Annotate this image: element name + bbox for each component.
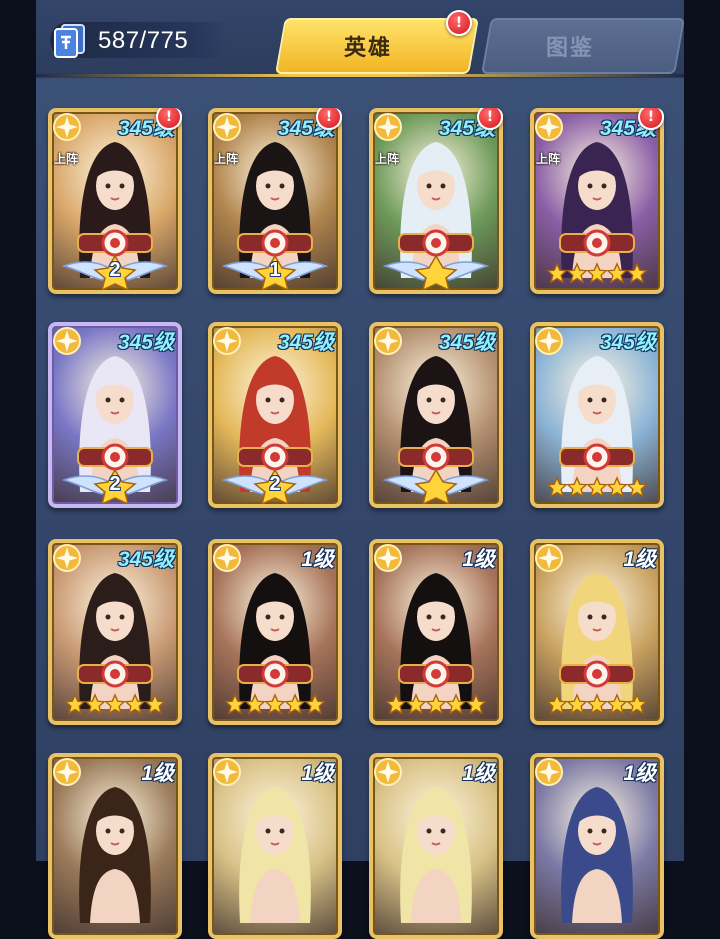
star-icon xyxy=(546,262,568,284)
star-icon xyxy=(144,693,166,715)
star-icon xyxy=(606,476,628,498)
wing-rank-number: 2 xyxy=(109,473,121,495)
star-icon xyxy=(626,476,648,498)
tab-gallery-label[interactable]: 图鉴 xyxy=(546,30,594,62)
hero-stars xyxy=(530,476,664,502)
hero-lineup-label: 上阵 xyxy=(54,152,79,166)
hero-card[interactable]: 1级 xyxy=(530,539,664,725)
hero-card[interactable]: 345级 xyxy=(530,322,664,508)
compass-badge-icon xyxy=(374,544,402,572)
star-icon xyxy=(224,693,246,715)
compass-badge-icon xyxy=(535,544,563,572)
compass-badge-icon xyxy=(213,758,241,786)
star-icon xyxy=(465,693,487,715)
hero-stars xyxy=(530,693,664,719)
star-icon xyxy=(284,693,306,715)
hero-level: 1级 xyxy=(141,762,174,785)
hero-card[interactable]: 1级 xyxy=(369,753,503,939)
card-count-text: 587/775 xyxy=(98,27,189,54)
star-icon xyxy=(586,476,608,498)
hero-card[interactable]: 1级 xyxy=(48,753,182,939)
hero-stars xyxy=(530,262,664,288)
star-icon xyxy=(304,693,326,715)
hero-level: 1级 xyxy=(301,548,334,571)
compass-badge-icon xyxy=(374,327,402,355)
compass-badge-icon xyxy=(53,113,81,141)
hero-level: 345级 xyxy=(599,331,656,354)
hero-card[interactable]: 1级 xyxy=(208,539,342,725)
hero-level: 1级 xyxy=(623,548,656,571)
hero-card[interactable]: 345级 xyxy=(369,322,503,508)
star-icon xyxy=(626,693,648,715)
star-icon xyxy=(586,693,608,715)
star-icon xyxy=(104,693,126,715)
hero-lineup-label: 上阵 xyxy=(375,152,400,166)
star-icon xyxy=(124,693,146,715)
hero-level: 345级 xyxy=(277,331,334,354)
compass-badge-icon xyxy=(53,544,81,572)
hero-lineup-label: 上阵 xyxy=(214,152,239,166)
hero-card[interactable]: 345级 xyxy=(48,539,182,725)
hero-card[interactable]: 345级 2 xyxy=(48,322,182,508)
hero-level: 1级 xyxy=(623,762,656,785)
star-icon xyxy=(586,262,608,284)
compass-badge-icon xyxy=(374,758,402,786)
star-icon xyxy=(405,693,427,715)
compass-badge-icon xyxy=(53,327,81,355)
hero-level: 1级 xyxy=(462,762,495,785)
hero-level: 345级 xyxy=(117,331,174,354)
star-icon xyxy=(64,693,86,715)
compass-badge-icon xyxy=(213,544,241,572)
tab-underline xyxy=(36,74,684,77)
hero-stars xyxy=(369,693,503,719)
hero-card[interactable]: 1级 xyxy=(369,539,503,725)
star-icon xyxy=(566,476,588,498)
star-icon xyxy=(626,262,648,284)
tab-heroes-label[interactable]: 英雄 xyxy=(344,30,392,62)
compass-badge-icon xyxy=(213,327,241,355)
winged-rank-icon xyxy=(383,468,489,504)
hero-stars xyxy=(48,693,182,719)
star-icon xyxy=(566,693,588,715)
compass-badge-icon xyxy=(374,113,402,141)
card-count-badge: 587/775 xyxy=(50,22,228,58)
star-icon xyxy=(606,693,628,715)
hero-stars xyxy=(208,693,342,719)
wing-rank-number: 1 xyxy=(269,259,281,281)
wing-rank-number: 2 xyxy=(109,259,121,281)
star-icon xyxy=(566,262,588,284)
hero-card[interactable]: 345级 2 xyxy=(208,322,342,508)
hero-level: 1级 xyxy=(301,762,334,785)
tab-heroes-alert-icon: ! xyxy=(446,10,472,36)
compass-badge-icon xyxy=(213,113,241,141)
star-icon xyxy=(264,693,286,715)
compass-badge-icon xyxy=(535,327,563,355)
top-bar: 587/775 英雄 ! 图鉴 xyxy=(36,0,685,78)
hero-level: 345级 xyxy=(438,331,495,354)
hero-card[interactable]: 345级 上阵! xyxy=(369,108,503,294)
star-icon xyxy=(244,693,266,715)
star-icon xyxy=(546,476,568,498)
hero-card[interactable]: 1级 xyxy=(530,753,664,939)
hero-card[interactable]: 345级 上阵 1! xyxy=(208,108,342,294)
card-deck-icon xyxy=(54,24,85,58)
hero-panel: 587/775 英雄 ! 图鉴 345级 上阵 2! 345级 上阵 1! 345级 上阵! 3… xyxy=(36,0,685,939)
winged-rank-icon xyxy=(383,254,489,290)
star-icon xyxy=(385,693,407,715)
wing-rank-number: 2 xyxy=(269,473,281,495)
hero-card[interactable]: 1级 xyxy=(208,753,342,939)
star-icon xyxy=(425,693,447,715)
hero-level: 1级 xyxy=(462,548,495,571)
star-icon xyxy=(546,693,568,715)
star-icon xyxy=(606,262,628,284)
hero-card[interactable]: 345级 上阵! xyxy=(530,108,664,294)
hero-level: 345级 xyxy=(117,548,174,571)
hero-card[interactable]: 345级 上阵 2! xyxy=(48,108,182,294)
compass-badge-icon xyxy=(535,113,563,141)
compass-badge-icon xyxy=(535,758,563,786)
star-icon xyxy=(445,693,467,715)
compass-badge-icon xyxy=(53,758,81,786)
star-icon xyxy=(84,693,106,715)
hero-lineup-label: 上阵 xyxy=(536,152,561,166)
